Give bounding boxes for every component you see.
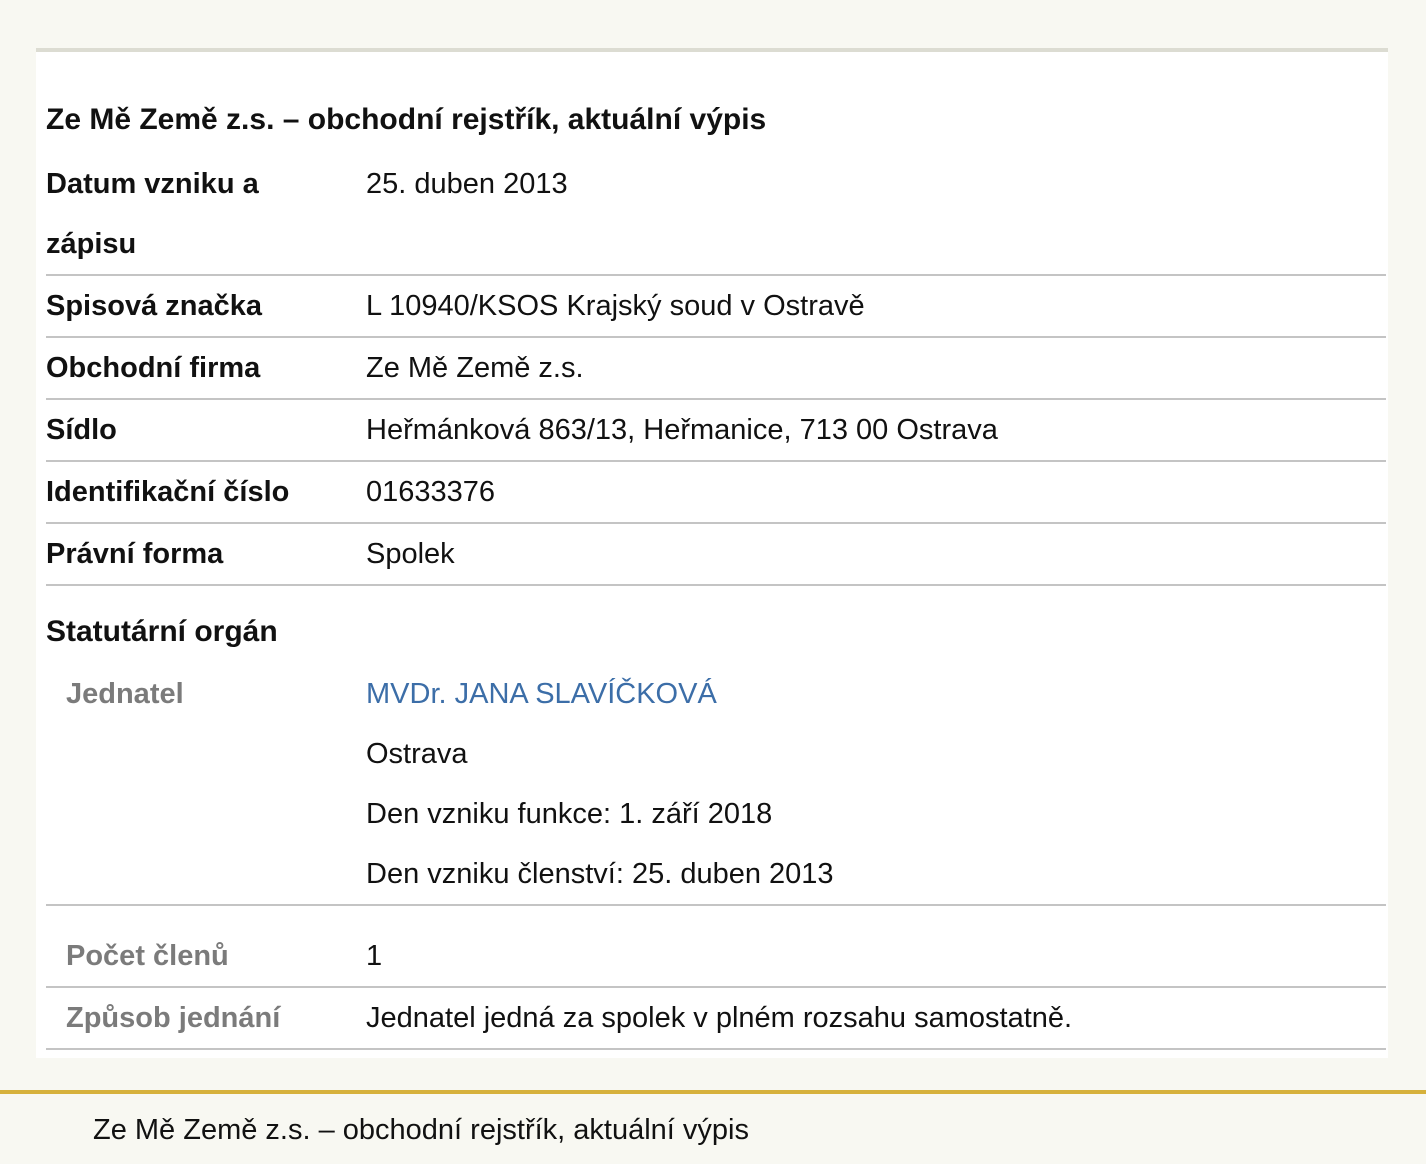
jednatel-den-vzniku-funkce: Den vzniku funkce: 1. září 2018 xyxy=(366,798,773,830)
jednatel-den-vzniku-clenstvi: Den vzniku členství: 25. duben 2013 xyxy=(366,858,834,890)
sidlo-label: Sídlo xyxy=(46,414,117,446)
zpusob-jednani-label: Způsob jednání xyxy=(66,1002,281,1034)
row-datum-vzniku: Datum vzniku a zápisu 25. duben 2013 xyxy=(46,154,1386,276)
identifikacni-cislo-label: Identifikační číslo xyxy=(46,476,290,508)
footer-title: Ze Mě Země z.s. – obchodní rejstřík, akt… xyxy=(93,1114,749,1146)
jednatel-label: Jednatel xyxy=(66,678,184,710)
datum-vzniku-value: 25. duben 2013 xyxy=(366,168,568,200)
jednatel-city: Ostrava xyxy=(366,738,468,770)
pocet-clenu-value: 1 xyxy=(366,940,383,972)
jednatel-name-link[interactable]: MVDr. JANA SLAVÍČKOVÁ xyxy=(366,664,834,724)
spisova-znacka-label: Spisová značka xyxy=(46,290,262,322)
pocet-clenu-label: Počet členů xyxy=(66,940,229,972)
sidlo-value: Heřmánková 863/13, Heřmanice, 713 00 Ost… xyxy=(366,414,998,446)
obchodni-firma-value: Ze Mě Země z.s. xyxy=(366,352,584,384)
page-footer: Ze Mě Země z.s. – obchodní rejstřík, akt… xyxy=(0,1090,1426,1164)
row-pocet-clenu: Počet členů 1 xyxy=(46,926,1386,988)
datum-vzniku-label: Datum vzniku a zápisu xyxy=(46,168,259,260)
row-identifikacni-cislo: Identifikační číslo 01633376 xyxy=(46,462,1386,524)
row-sidlo: Sídlo Heřmánková 863/13, Heřmanice, 713 … xyxy=(46,400,1386,462)
registry-extract-card: Ze Mě Země z.s. – obchodní rejstřík, akt… xyxy=(36,48,1388,1058)
pravni-forma-label: Právní forma xyxy=(46,538,224,570)
statutarni-organ-heading: Statutární orgán xyxy=(46,615,278,648)
row-zpusob-jednani: Způsob jednání Jednatel jedná za spolek … xyxy=(46,988,1386,1050)
zpusob-jednani-value: Jednatel jedná za spolek v plném rozsahu… xyxy=(366,1002,1073,1034)
row-jednatel: Jednatel MVDr. JANA SLAVÍČKOVÁ Ostrava D… xyxy=(46,664,1386,906)
jednatel-details: MVDr. JANA SLAVÍČKOVÁ Ostrava Den vzniku… xyxy=(366,664,834,904)
spisova-znacka-value: L 10940/KSOS Krajský soud v Ostravě xyxy=(366,290,865,322)
identifikacni-cislo-value: 01633376 xyxy=(366,476,496,508)
row-spisova-znacka: Spisová značka L 10940/KSOS Krajský soud… xyxy=(46,276,1386,338)
document-title: Ze Mě Země z.s. – obchodní rejstřík, akt… xyxy=(46,103,767,136)
row-pravni-forma: Právní forma Spolek xyxy=(46,524,1386,586)
row-obchodni-firma: Obchodní firma Ze Mě Země z.s. xyxy=(46,338,1386,400)
obchodni-firma-label: Obchodní firma xyxy=(46,352,261,384)
pravni-forma-value: Spolek xyxy=(366,538,455,570)
